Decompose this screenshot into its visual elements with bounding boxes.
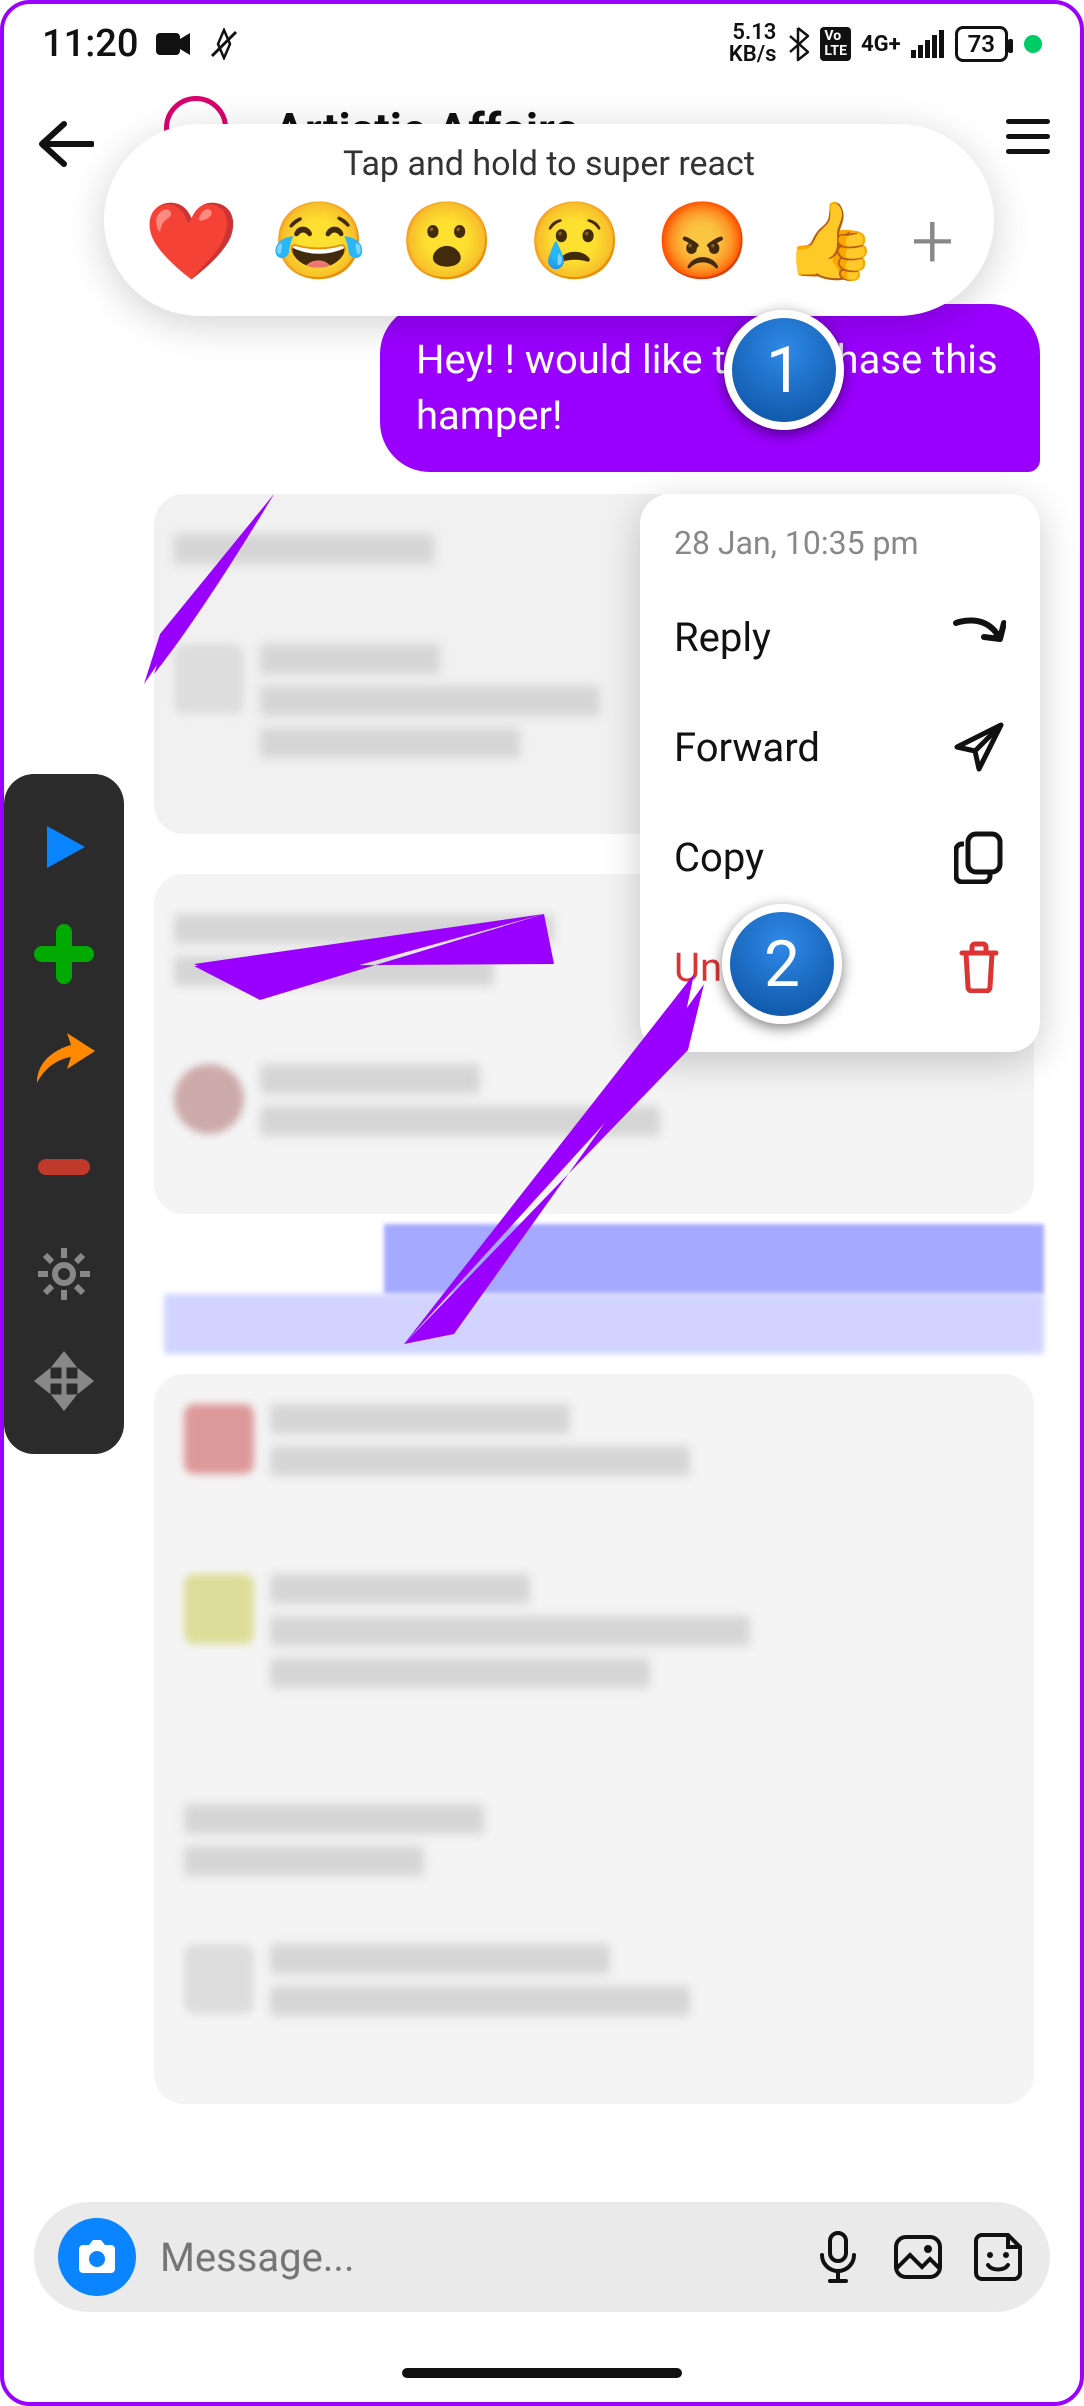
image-icon: [892, 2233, 944, 2281]
selection-highlight: [164, 1294, 1044, 1354]
react-wow[interactable]: 😮: [400, 203, 495, 279]
dock-add-button[interactable]: [29, 919, 99, 989]
message-input[interactable]: [160, 2234, 786, 2281]
blurred-message-row: [184, 1574, 750, 1688]
dock-settings-button[interactable]: [29, 1239, 99, 1309]
annotation-badge-2: 2: [722, 904, 842, 1024]
context-forward[interactable]: Forward: [674, 692, 1006, 802]
mic-icon: [816, 2229, 860, 2285]
context-timestamp: 28 Jan, 10:35 pm: [674, 524, 1006, 562]
screenshot-tool-dock[interactable]: [4, 774, 124, 1454]
annotation-badge-1: 1: [724, 310, 844, 430]
context-reply[interactable]: Reply: [674, 582, 1006, 692]
menu-button[interactable]: [1006, 119, 1050, 154]
reaction-popup: Tap and hold to super react ❤️ 😂 😮 😢 😡 👍…: [104, 124, 994, 316]
react-laugh[interactable]: 😂: [272, 203, 367, 279]
camera-button[interactable]: [58, 2218, 136, 2296]
blurred-message-row: [174, 1064, 660, 1136]
sent-message-text: Hey! ! would like to purchase this hampe…: [416, 336, 998, 439]
trash-icon: [952, 940, 1006, 994]
dock-play-button[interactable]: [29, 812, 99, 882]
blurred-message-row: [184, 1404, 690, 1476]
video-icon: [156, 31, 190, 57]
dock-remove-button[interactable]: [29, 1132, 99, 1202]
camera-icon: [75, 2237, 119, 2277]
compass-off-icon: [208, 28, 240, 60]
status-time: 11:20: [42, 22, 138, 66]
reply-arrow-icon: [952, 610, 1006, 664]
blurred-message-row: [174, 534, 434, 564]
send-plane-icon: [952, 720, 1006, 774]
composer-bar: [34, 2202, 1050, 2312]
sent-message-bubble[interactable]: Hey! ! would like to purchase this hampe…: [380, 304, 1040, 472]
battery-indicator: 73: [955, 26, 1008, 62]
signal-type: 4G+: [861, 32, 901, 57]
home-indicator[interactable]: [402, 2368, 682, 2378]
volte-badge: Vo LTE: [820, 27, 851, 62]
react-more-button[interactable]: +: [911, 196, 954, 286]
dock-share-button[interactable]: [29, 1026, 99, 1096]
react-sad[interactable]: 😢: [528, 203, 623, 279]
context-copy[interactable]: Copy: [674, 802, 1006, 912]
status-bar: 11:20 5.13 KB/s Vo LTE 4G+ 73: [4, 4, 1080, 84]
net-speed: 5.13 KB/s: [729, 22, 777, 66]
react-heart[interactable]: ❤️: [144, 203, 239, 279]
privacy-dot-icon: [1024, 35, 1042, 53]
sticker-icon: [972, 2231, 1024, 2283]
dock-move-button[interactable]: [29, 1346, 99, 1416]
blurred-message-row: [174, 644, 600, 758]
react-thumbsup[interactable]: 👍: [783, 203, 878, 279]
signal-bars-icon: [911, 30, 945, 58]
blurred-message-row: [184, 1944, 690, 2016]
blurred-message-row: [184, 1804, 484, 1876]
image-button[interactable]: [890, 2229, 946, 2285]
blurred-message-row: [174, 914, 554, 986]
bluetooth-icon: [786, 26, 810, 62]
phone-frame: 11:20 5.13 KB/s Vo LTE 4G+ 73 Artistic A…: [0, 0, 1084, 2406]
sticker-button[interactable]: [970, 2229, 1026, 2285]
mic-button[interactable]: [810, 2229, 866, 2285]
react-angry[interactable]: 😡: [655, 203, 750, 279]
reaction-hint: Tap and hold to super react: [134, 144, 964, 184]
copy-icon: [952, 830, 1006, 884]
selection-highlight: [384, 1224, 1044, 1294]
back-button[interactable]: [34, 119, 94, 169]
